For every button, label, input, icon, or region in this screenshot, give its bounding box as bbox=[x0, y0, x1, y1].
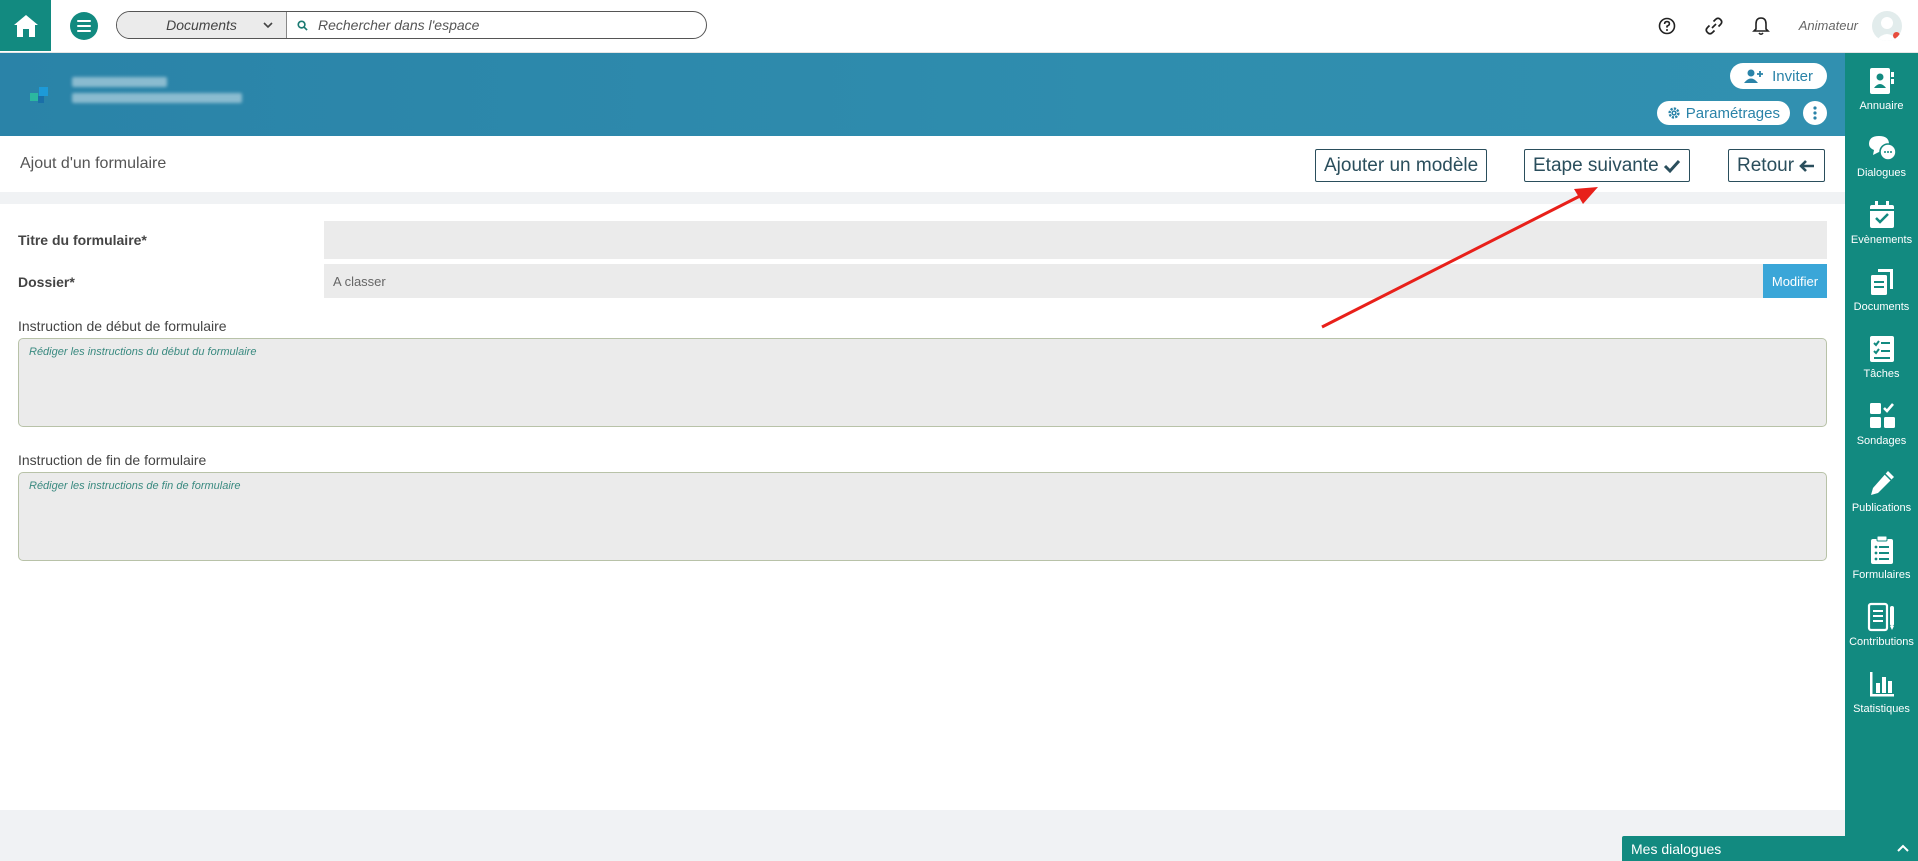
form-list-icon bbox=[1867, 534, 1897, 566]
form-title-input[interactable] bbox=[324, 221, 1827, 259]
top-icons: Animateur bbox=[1634, 0, 1918, 51]
link-button[interactable] bbox=[1700, 12, 1728, 40]
settings-label: Paramétrages bbox=[1685, 104, 1780, 122]
address-book-icon bbox=[1867, 65, 1897, 97]
end-instruction-textarea[interactable] bbox=[18, 472, 1827, 561]
modify-label: Modifier bbox=[1771, 273, 1819, 289]
link-icon bbox=[1705, 16, 1723, 35]
next-step-label: Etape suivante bbox=[1533, 154, 1659, 176]
modify-folder-button[interactable]: Modifier bbox=[1763, 264, 1827, 298]
sidebar-item-label: Sondages bbox=[1856, 435, 1907, 447]
space-name-redacted bbox=[72, 77, 242, 109]
end-instruction-label: Instruction de fin de formulaire bbox=[18, 452, 207, 468]
help-button[interactable] bbox=[1653, 12, 1681, 40]
calendar-check-icon bbox=[1867, 199, 1897, 231]
sidebar-item-sondages[interactable]: Sondages bbox=[1845, 400, 1918, 460]
chevron-up-icon bbox=[1897, 844, 1909, 852]
pencil-icon bbox=[1867, 467, 1897, 499]
sidebar-item-documents[interactable]: Documents bbox=[1845, 266, 1918, 326]
check-icon bbox=[1663, 159, 1680, 173]
start-instruction-textarea[interactable] bbox=[18, 338, 1827, 427]
folder-label: Dossier* bbox=[18, 274, 75, 290]
status-dot bbox=[1893, 31, 1900, 39]
task-list-icon bbox=[1867, 333, 1897, 365]
page-header: Ajout d'un formulaire Ajouter un modèle … bbox=[0, 136, 1845, 192]
sidebar-item-contributions[interactable]: Contributions bbox=[1845, 601, 1918, 661]
more-options-button[interactable] bbox=[1803, 101, 1827, 125]
contributions-icon bbox=[1867, 601, 1897, 633]
start-instruction-label: Instruction de début de formulaire bbox=[18, 318, 227, 334]
add-model-label: Ajouter un modèle bbox=[1324, 154, 1479, 176]
home-icon bbox=[13, 14, 38, 37]
top-bar: Documents Rechercher dans l'espace Anima… bbox=[0, 0, 1918, 53]
add-user-icon bbox=[1744, 69, 1764, 83]
page-footer bbox=[0, 810, 1845, 861]
settings-button[interactable]: Paramétrages bbox=[1656, 101, 1790, 125]
help-icon bbox=[1658, 17, 1676, 34]
chat-dock[interactable]: Mes dialogues bbox=[1622, 836, 1918, 861]
bar-chart-icon bbox=[1867, 668, 1897, 700]
sidebar-item-taches[interactable]: Tâches bbox=[1845, 333, 1918, 393]
form-title-label: Titre du formulaire* bbox=[18, 232, 147, 248]
user-name[interactable]: Animateur bbox=[1799, 18, 1858, 33]
bell-icon bbox=[1751, 16, 1770, 35]
search-scope-select[interactable]: Documents bbox=[117, 12, 287, 38]
right-sidebar: Annuaire Dialogues Evènements Documents … bbox=[1845, 53, 1918, 861]
gear-icon bbox=[1668, 107, 1680, 119]
kebab-icon bbox=[1813, 106, 1817, 120]
arrow-left-icon bbox=[1799, 159, 1815, 172]
main-menu-button[interactable] bbox=[70, 12, 98, 40]
search-input[interactable] bbox=[318, 17, 706, 33]
section-divider bbox=[0, 192, 1845, 204]
folder-field: A classer bbox=[324, 264, 1763, 298]
chat-dock-label: Mes dialogues bbox=[1631, 840, 1722, 857]
sidebar-item-publications[interactable]: Publications bbox=[1845, 467, 1918, 527]
sidebar-item-label: Dialogues bbox=[1857, 167, 1906, 179]
notifications-button[interactable] bbox=[1747, 12, 1775, 40]
back-label: Retour bbox=[1737, 154, 1795, 176]
next-step-button[interactable]: Etape suivante bbox=[1524, 149, 1690, 182]
sidebar-item-label: Annuaire bbox=[1859, 100, 1904, 112]
sidebar-item-label: Evènements bbox=[1850, 234, 1913, 246]
documents-icon bbox=[1867, 266, 1897, 298]
space-logo-icon bbox=[30, 87, 48, 103]
search-scope-value: Documents bbox=[166, 17, 237, 33]
hamburger-icon bbox=[77, 20, 91, 32]
sidebar-item-dialogues[interactable]: Dialogues bbox=[1845, 132, 1918, 192]
sidebar-item-evenements[interactable]: Evènements bbox=[1845, 199, 1918, 259]
avatar[interactable] bbox=[1872, 10, 1902, 41]
space-banner: Inviter Paramétrages bbox=[0, 53, 1845, 136]
search-bar: Documents bbox=[116, 11, 707, 39]
sidebar-item-label: Documents bbox=[1853, 301, 1910, 313]
sidebar-item-label: Statistiques bbox=[1853, 703, 1910, 715]
invite-button[interactable]: Inviter bbox=[1730, 63, 1827, 89]
back-button[interactable]: Retour bbox=[1728, 149, 1826, 182]
search-icon bbox=[297, 19, 308, 31]
chevron-down-icon bbox=[263, 22, 273, 29]
sidebar-item-annuaire[interactable]: Annuaire bbox=[1845, 65, 1918, 125]
chat-bubbles-icon bbox=[1867, 132, 1897, 164]
sidebar-item-label: Publications bbox=[1851, 502, 1912, 514]
home-button[interactable] bbox=[0, 0, 51, 51]
page-title: Ajout d'un formulaire bbox=[20, 155, 167, 172]
sidebar-item-statistiques[interactable]: Statistiques bbox=[1845, 668, 1918, 728]
folder-value: A classer bbox=[333, 273, 386, 289]
sidebar-item-label: Contributions bbox=[1849, 636, 1914, 648]
sidebar-item-label: Tâches bbox=[1863, 368, 1900, 380]
invite-label: Inviter bbox=[1772, 67, 1813, 85]
add-model-button[interactable]: Ajouter un modèle bbox=[1315, 149, 1488, 182]
sidebar-item-label: Formulaires bbox=[1852, 569, 1911, 581]
poll-icon bbox=[1867, 400, 1897, 432]
sidebar-item-formulaires[interactable]: Formulaires bbox=[1845, 534, 1918, 594]
